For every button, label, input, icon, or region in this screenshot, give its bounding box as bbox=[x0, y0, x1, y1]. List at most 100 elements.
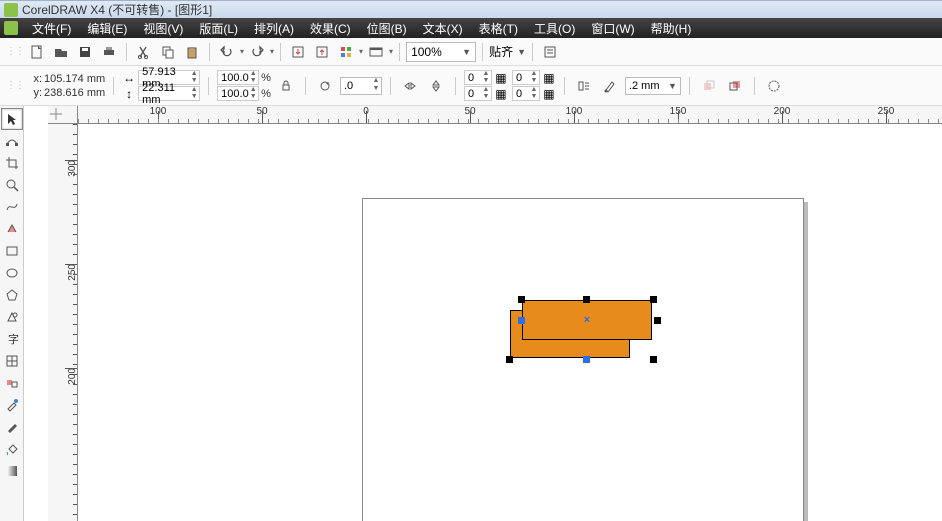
mirror-h-button[interactable] bbox=[399, 75, 421, 97]
menu-bar: 文件(F) 编辑(E) 视图(V) 版面(L) 排列(A) 效果(C) 位图(B… bbox=[0, 18, 942, 38]
propbar-grip[interactable]: ⋮⋮ bbox=[6, 80, 24, 91]
app-launcher-button[interactable] bbox=[335, 41, 357, 63]
app-logo-icon bbox=[4, 3, 18, 17]
crop-tool[interactable] bbox=[1, 152, 23, 174]
basic-shapes-tool[interactable] bbox=[1, 306, 23, 328]
text-tool[interactable]: 字 bbox=[1, 328, 23, 350]
undo-button[interactable] bbox=[216, 41, 238, 63]
save-button[interactable] bbox=[74, 41, 96, 63]
scale-x-input[interactable]: 100.0▲▼ bbox=[217, 70, 259, 85]
dup-offset: 0▲▼▦ 0▲▼▦ bbox=[512, 70, 556, 101]
handle-sw[interactable] bbox=[506, 356, 513, 363]
menu-view[interactable]: 视图(V) bbox=[135, 20, 191, 37]
cut-button[interactable] bbox=[133, 41, 155, 63]
to-back-button[interactable] bbox=[724, 75, 746, 97]
scale-y-input[interactable]: 100.0▲▼ bbox=[217, 86, 259, 101]
menu-table[interactable]: 表格(T) bbox=[471, 20, 526, 37]
polygon-tool[interactable] bbox=[1, 284, 23, 306]
offset3-input[interactable]: 0▲▼ bbox=[512, 70, 540, 85]
zoom-combo[interactable]: 100%▼ bbox=[406, 42, 476, 62]
export-button[interactable] bbox=[311, 41, 333, 63]
property-bar: ⋮⋮ x:105.174 mm y:238.616 mm ↔57.913 mm▲… bbox=[0, 66, 942, 106]
launcher-dropdown-icon[interactable]: ▾ bbox=[359, 47, 363, 56]
menu-arrange[interactable]: 排列(A) bbox=[246, 20, 302, 37]
offset1-input[interactable]: 0▲▼ bbox=[464, 70, 492, 85]
paste-button[interactable] bbox=[181, 41, 203, 63]
snap-combo[interactable]: 贴齐 ▼ bbox=[489, 43, 526, 60]
menu-help[interactable]: 帮助(H) bbox=[643, 20, 700, 37]
rectangle-tool[interactable] bbox=[1, 240, 23, 262]
object-size: ↔57.913 mm▲▼ ↕22.311 mm▲▼ bbox=[122, 70, 200, 101]
shape-tool[interactable] bbox=[1, 130, 23, 152]
to-front-button[interactable] bbox=[698, 75, 720, 97]
menu-layout[interactable]: 版面(L) bbox=[191, 20, 246, 37]
menu-file[interactable]: 文件(F) bbox=[24, 20, 79, 37]
lock-ratio-button[interactable] bbox=[275, 75, 297, 97]
open-button[interactable] bbox=[50, 41, 72, 63]
handle-e[interactable] bbox=[654, 317, 661, 324]
pick-tool[interactable] bbox=[1, 108, 23, 130]
menu-window[interactable]: 窗口(W) bbox=[583, 20, 642, 37]
handle-center[interactable]: × bbox=[582, 315, 592, 325]
toolbar-grip[interactable]: ⋮⋮ bbox=[6, 46, 24, 57]
undo-dropdown-icon[interactable]: ▾ bbox=[240, 47, 244, 56]
outline-width-input[interactable]: .2 mm▼ bbox=[625, 77, 681, 95]
fill-tool[interactable] bbox=[1, 438, 23, 460]
x-label: x: bbox=[28, 72, 42, 86]
eyedropper-tool[interactable] bbox=[1, 394, 23, 416]
horizontal-ruler[interactable]: 10050050100150200250 bbox=[78, 106, 942, 124]
welcome-dropdown-icon[interactable]: ▾ bbox=[389, 47, 393, 56]
menu-text[interactable]: 文本(X) bbox=[415, 20, 471, 37]
x-value: 105.174 mm bbox=[44, 72, 105, 86]
copy-button[interactable] bbox=[157, 41, 179, 63]
mirror-v-button[interactable] bbox=[425, 75, 447, 97]
ellipse-tool[interactable] bbox=[1, 262, 23, 284]
table-tool[interactable] bbox=[1, 350, 23, 372]
canvas[interactable]: × bbox=[78, 124, 942, 521]
separator bbox=[280, 43, 281, 61]
redo-button[interactable] bbox=[246, 41, 268, 63]
height-input[interactable]: 22.311 mm▲▼ bbox=[138, 86, 200, 101]
handle-nw[interactable] bbox=[518, 296, 525, 303]
wrap-text-button[interactable] bbox=[573, 75, 595, 97]
handle-s[interactable] bbox=[583, 356, 590, 363]
handle-n[interactable] bbox=[583, 296, 590, 303]
vertical-ruler[interactable]: 300250200 bbox=[48, 124, 78, 521]
handle-se[interactable] bbox=[650, 356, 657, 363]
object-position: x:105.174 mm y:238.616 mm bbox=[28, 72, 105, 100]
dup-v-icon: ▦ bbox=[542, 87, 556, 101]
interactive-fill-tool[interactable] bbox=[1, 460, 23, 482]
zoom-tool[interactable] bbox=[1, 174, 23, 196]
handle-ne[interactable] bbox=[650, 296, 657, 303]
rotation-input[interactable]: .0▲▼ bbox=[340, 77, 382, 95]
menu-bitmap[interactable]: 位图(B) bbox=[359, 20, 415, 37]
ruler-origin[interactable] bbox=[48, 106, 78, 124]
offset2-input[interactable]: 0▲▼ bbox=[464, 86, 492, 101]
separator bbox=[455, 77, 456, 95]
offset-h-icon: ▦ bbox=[494, 71, 508, 85]
offset4-input[interactable]: 0▲▼ bbox=[512, 86, 540, 101]
nudge-offset: 0▲▼▦ 0▲▼▦ bbox=[464, 70, 508, 101]
redo-dropdown-icon[interactable]: ▾ bbox=[270, 47, 274, 56]
interactive-tool[interactable] bbox=[1, 372, 23, 394]
convert-curves-button[interactable] bbox=[763, 75, 785, 97]
svg-text:字: 字 bbox=[8, 332, 19, 346]
separator bbox=[113, 77, 114, 95]
handle-w[interactable] bbox=[518, 317, 525, 324]
smart-fill-tool[interactable] bbox=[1, 218, 23, 240]
menu-tools[interactable]: 工具(O) bbox=[526, 20, 583, 37]
freehand-tool[interactable] bbox=[1, 196, 23, 218]
dup-h-icon: ▦ bbox=[542, 71, 556, 85]
new-button[interactable] bbox=[26, 41, 48, 63]
offset-v-icon: ▦ bbox=[494, 87, 508, 101]
percent-label: % bbox=[261, 72, 271, 84]
menu-effects[interactable]: 效果(C) bbox=[302, 20, 359, 37]
welcome-button[interactable] bbox=[365, 41, 387, 63]
menu-edit[interactable]: 编辑(E) bbox=[79, 20, 135, 37]
print-button[interactable] bbox=[98, 41, 120, 63]
zoom-value: 100% bbox=[411, 45, 442, 59]
outline-tool[interactable] bbox=[1, 416, 23, 438]
y-value: 238.616 mm bbox=[44, 86, 105, 100]
import-button[interactable] bbox=[287, 41, 309, 63]
options-button[interactable] bbox=[539, 41, 561, 63]
